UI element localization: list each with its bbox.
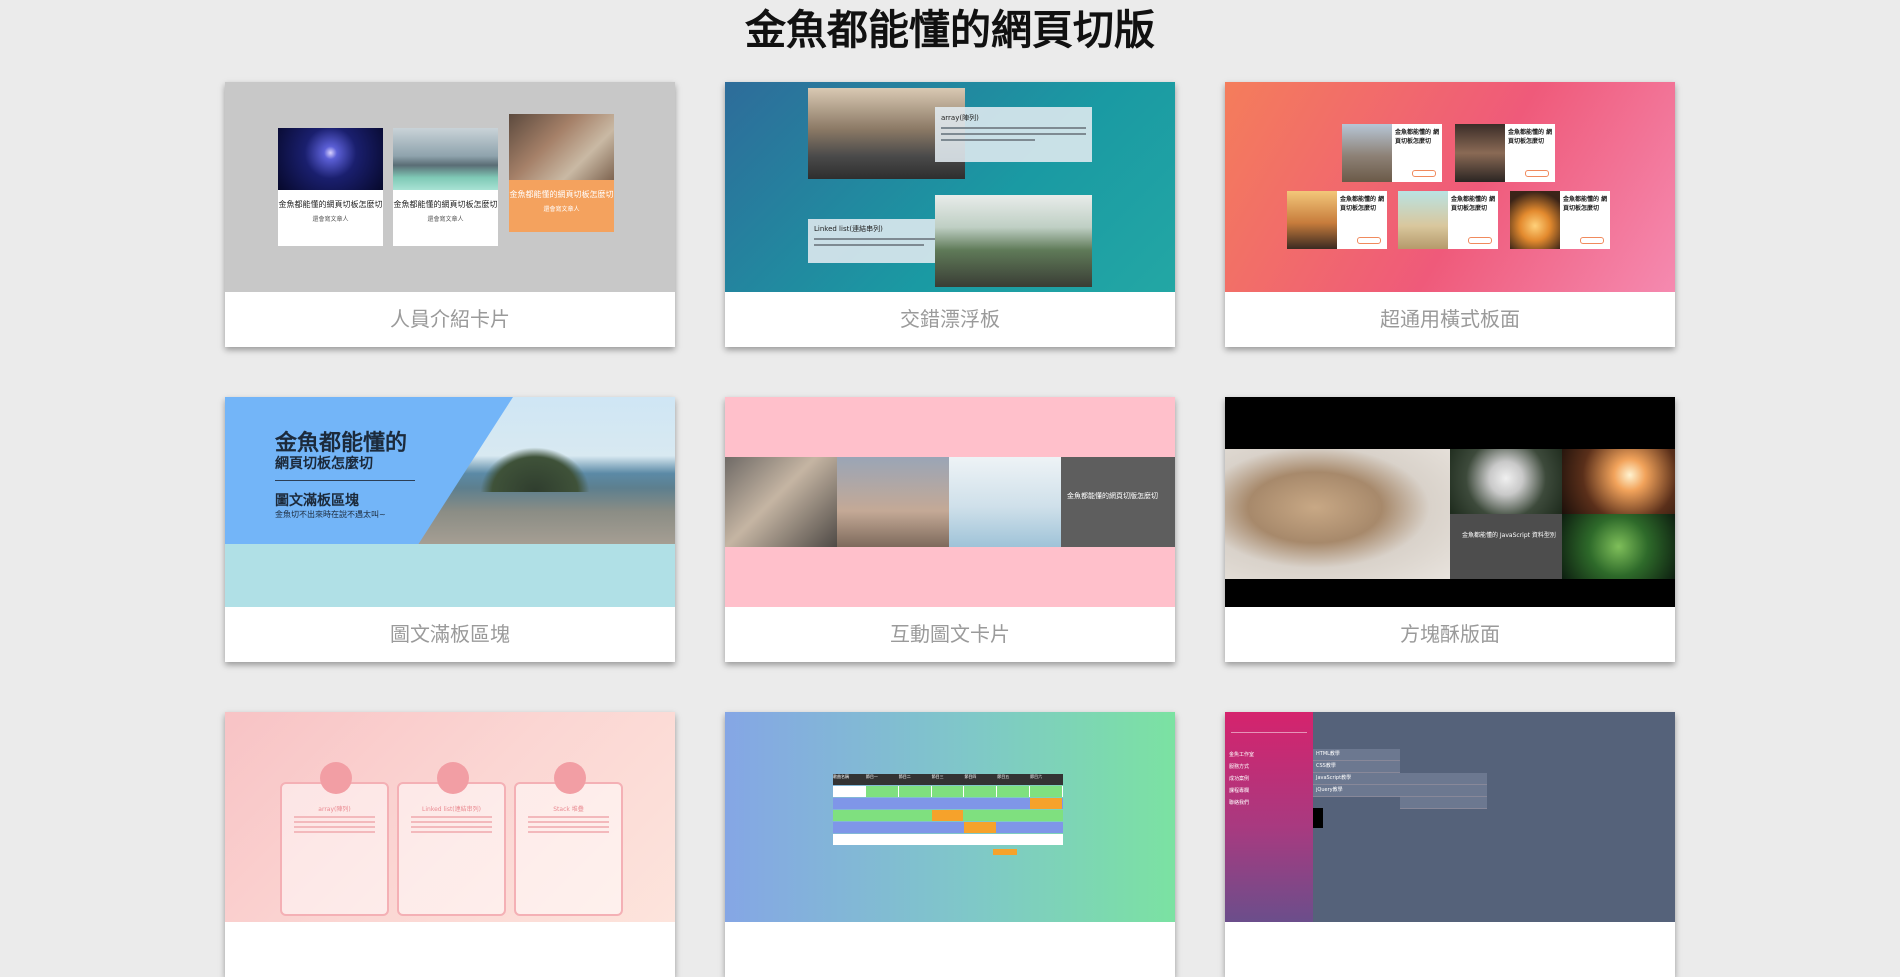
card-caption: 交錯漂浮板 [900, 307, 1000, 331]
card-mosaic-layout[interactable]: 金魚都能懂的 JavaScript 資料型別 方塊酥版面 [1225, 397, 1675, 662]
card-thumbnail: array(陣列) Linked list(連結串列) Stack 堆疊 [225, 712, 675, 922]
submenu-item: CSS教學 [1313, 761, 1400, 773]
card-caption [725, 922, 1175, 977]
person-name: 金魚都能懂的網頁切板怎麼切 [509, 190, 614, 199]
horizontal-item: 金魚都能懂的 網頁切板怎麼切 [1455, 124, 1555, 182]
card-caption: 互動圖文卡片 [890, 622, 1010, 646]
person-role: 還會寫文章人 [427, 216, 464, 223]
text-tile: 金魚都能懂的 JavaScript 資料型別 [1450, 514, 1562, 579]
tree-silhouette [480, 447, 590, 492]
pug-photo [1225, 449, 1450, 579]
card-fullwidth-block[interactable]: 金魚都能懂的 網頁切板怎麼切 圖文滿板區塊 金魚切不出來時在說不遇太叫~ 圖文滿… [225, 397, 675, 662]
horizontal-item: 金魚都能懂的 網頁切板怎麼切 [1398, 191, 1498, 249]
highlight-bar [993, 849, 1017, 855]
card-caption: 方塊酥版面 [1400, 622, 1500, 646]
horizontal-item: 金魚都能懂的 網頁切板怎麼切 [1510, 191, 1610, 249]
horizontal-item: 金魚都能懂的 網頁切板怎麼切 [1287, 191, 1387, 249]
person-role: 還會寫文章人 [312, 216, 349, 223]
card-grid: 金魚都能懂的網頁切板怎麼切 還會寫文章人 金魚都能懂的網頁切板怎麼切 還會寫文章… [225, 82, 1675, 977]
lake-photo [393, 128, 498, 190]
card-table-layout[interactable]: 歌曲名稱 節目一 節目二 節目三 節目四 節目五 節目六 [725, 712, 1175, 977]
person-name: 金魚都能懂的網頁切板怎麼切 [278, 200, 383, 209]
card-thumbnail: array(陣列) Linked list(連結串列) [725, 82, 1175, 292]
card-thumbnail: 金魚工作室 服務方式 成功案例 課程專欄 聯絡我們 HTML教學 CSS教學 J… [1225, 712, 1675, 922]
card-horizontal-layout[interactable]: 金魚都能懂的 網頁切板怎麼切 金魚都能懂的 網頁切板怎麼切 金魚都能懂的 網頁切… [1225, 82, 1675, 347]
sparkler-photo [1562, 449, 1675, 514]
submenu-item [1400, 785, 1487, 797]
card-sidebar-menu[interactable]: 金魚工作室 服務方式 成功案例 課程專欄 聯絡我們 HTML教學 CSS教學 J… [1225, 712, 1675, 977]
person-card: 金魚都能懂的網頁切板怎麼切 還會寫文章人 [278, 128, 383, 246]
submenu-item [1400, 773, 1487, 785]
card-thumbnail: 金魚都能懂的網頁切版怎麼切 [725, 397, 1175, 607]
card-member-intro[interactable]: 金魚都能懂的網頁切板怎麼切 還會寫文章人 金魚都能懂的網頁切板怎麼切 還會寫文章… [225, 82, 675, 347]
bell-icon [554, 762, 586, 794]
panel-title: array(陣列) [941, 114, 979, 122]
overlay-title: 金魚都能懂的網頁切版怎麼切 [1067, 492, 1158, 500]
card-interactive-image[interactable]: 金魚都能懂的網頁切版怎麼切 互動圖文卡片 [725, 397, 1175, 662]
card-thumbnail: 金魚都能懂的 JavaScript 資料型別 [1225, 397, 1675, 607]
card-floating-panels[interactable]: array(陣列) Linked list(連結串列) 交錯漂浮板 [725, 82, 1175, 347]
desk-photo [509, 114, 614, 180]
divider [275, 480, 415, 481]
dandelion-photo [1450, 449, 1562, 514]
gavel-icon [320, 762, 352, 794]
banner-description: 金魚切不出來時在說不遇太叫~ [275, 510, 386, 519]
icon-box: Stack 堆疊 [514, 762, 623, 916]
card-caption [1225, 922, 1675, 977]
sidebar-search [1231, 722, 1307, 733]
page-title: 金魚都能懂的網頁切版 [745, 6, 1155, 54]
card-thumbnail: 金魚都能懂的 網頁切板怎麼切 圖文滿板區塊 金魚切不出來時在說不遇太叫~ [225, 397, 675, 607]
collapse-toggle-icon [1313, 808, 1323, 828]
person-card: 金魚都能懂的網頁切板怎麼切 還會寫文章人 [393, 128, 498, 246]
card-icon-boxes[interactable]: array(陣列) Linked list(連結串列) Stack 堆疊 [225, 712, 675, 977]
overlay-title: 金魚都能懂的 JavaScript 資料型別 [1462, 532, 1556, 539]
submenu-item [1400, 797, 1487, 809]
thumbs-up-icon [437, 762, 469, 794]
schedule-table: 歌曲名稱 節目一 節目二 節目三 節目四 節目五 節目六 [833, 774, 1063, 846]
city-photo [725, 457, 837, 547]
person-name: 金魚都能懂的網頁切板怎麼切 [393, 200, 498, 209]
fireworks-photo [278, 128, 383, 190]
card-caption: 圖文滿板區塊 [390, 622, 510, 646]
banner-section-title: 圖文滿板區塊 [275, 493, 359, 509]
leaf-photo [1562, 514, 1675, 579]
person-card-active: 金魚都能懂的網頁切板怎麼切 還會寫文章人 [509, 114, 614, 232]
icon-box: array(陣列) [280, 762, 389, 916]
card-thumbnail: 歌曲名稱 節目一 節目二 節目三 節目四 節目五 節目六 [725, 712, 1175, 922]
card-caption: 超通用橫式板面 [1380, 307, 1520, 331]
icon-box: Linked list(連結串列) [397, 762, 506, 916]
submenu-item: HTML教學 [1313, 749, 1400, 761]
person-role: 還會寫文章人 [543, 206, 580, 213]
card-caption [225, 922, 675, 977]
horizontal-item: 金魚都能懂的 網頁切板怎麼切 [1342, 124, 1442, 182]
banner-subheading: 網頁切板怎麼切 [275, 456, 373, 472]
submenu-item: jQuery教學 [1313, 785, 1400, 797]
card-caption: 人員介紹卡片 [390, 307, 510, 331]
card-thumbnail: 金魚都能懂的 網頁切板怎麼切 金魚都能懂的 網頁切板怎麼切 金魚都能懂的 網頁切… [1225, 82, 1675, 292]
submenu-item: JavaScript教學 [1313, 773, 1400, 785]
sea-photo [949, 457, 1061, 547]
overlay-photo: 金魚都能懂的網頁切版怎麼切 [1061, 457, 1175, 547]
floating-panel: array(陣列) [935, 107, 1092, 162]
balcony-photo [935, 195, 1092, 287]
tower-photo [837, 457, 949, 547]
sidebar-menu: 金魚工作室 服務方式 成功案例 課程專欄 聯絡我們 [1225, 712, 1313, 922]
card-thumbnail: 金魚都能懂的網頁切板怎麼切 還會寫文章人 金魚都能懂的網頁切板怎麼切 還會寫文章… [225, 82, 675, 292]
